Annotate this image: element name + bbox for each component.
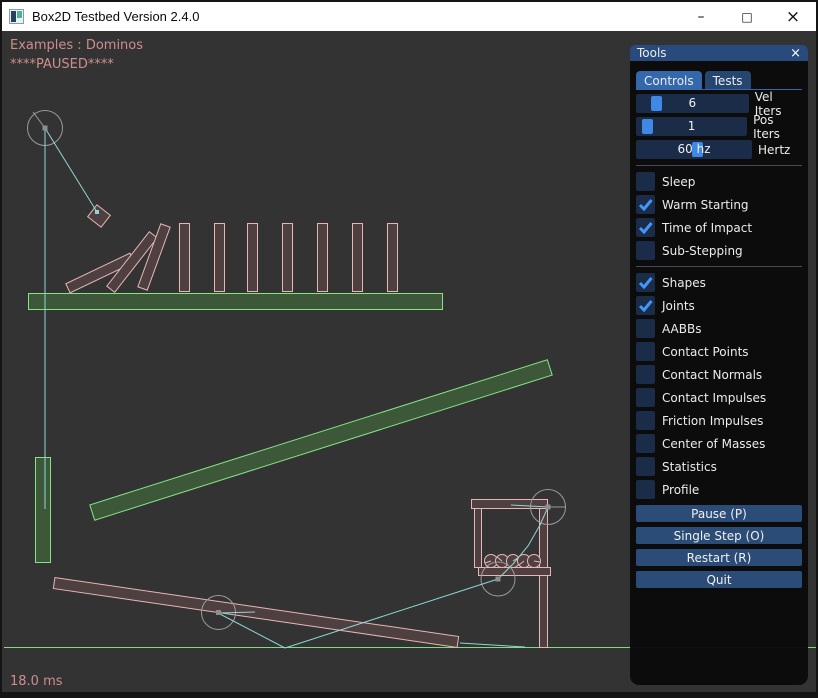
contact-impulses-label: Contact Impulses: [662, 391, 766, 405]
window-title: Box2D Testbed Version 2.4.0: [32, 9, 199, 24]
center-of-masses-checkbox[interactable]: [636, 434, 655, 453]
checkbox-row-aabbs: AABBs: [636, 319, 802, 338]
checkbox-row-contact-normals: Contact Normals: [636, 365, 802, 384]
statistics-checkbox[interactable]: [636, 457, 655, 476]
tabbar: Controls Tests: [636, 71, 802, 89]
center-of-masses-label: Center of Masses: [662, 437, 765, 451]
maximize-button[interactable]: □: [724, 2, 770, 31]
pos-iters-row: 1 Pos Iters: [636, 117, 802, 136]
fallen-dominoes: [66, 224, 170, 293]
time-of-impact-checkbox[interactable]: [636, 218, 655, 237]
tools-panel-close-icon[interactable]: ×: [790, 47, 801, 60]
hertz-row: 60 hz Hertz: [636, 140, 802, 159]
shapes-label: Shapes: [662, 276, 706, 290]
restart-button[interactable]: Restart (R): [636, 549, 802, 566]
friction-impulses-label: Friction Impulses: [662, 414, 763, 428]
checkbox-row-warm-starting: Warm Starting: [636, 195, 802, 214]
aabbs-label: AABBs: [662, 322, 701, 336]
tools-panel-title: Tools: [637, 46, 667, 61]
checkbox-row-contact-impulses: Contact Impulses: [636, 388, 802, 407]
contact-impulses-checkbox[interactable]: [636, 388, 655, 407]
single-step-button[interactable]: Single Step (O): [636, 527, 802, 544]
shapes-checkbox[interactable]: [636, 273, 655, 292]
warm-starting-checkbox[interactable]: [636, 195, 655, 214]
checkbox-row-contact-points: Contact Points: [636, 342, 802, 361]
close-button[interactable]: ×: [770, 2, 816, 31]
contact-points-label: Contact Points: [662, 345, 749, 359]
joints-checkbox[interactable]: [636, 296, 655, 315]
checkbox-row-time-of-impact: Time of Impact: [636, 218, 802, 237]
static-tilted-plank: [90, 360, 552, 520]
aabbs-checkbox[interactable]: [636, 319, 655, 338]
vel-iters-slider[interactable]: 6: [636, 94, 749, 113]
vel-iters-row: 6 Vel Iters: [636, 94, 802, 113]
check-icon: [636, 273, 655, 292]
checkbox-row-statistics: Statistics: [636, 457, 802, 476]
frame-time-label: 18.0 ms: [10, 674, 63, 689]
app-window: Examples : Dominos ****PAUSED**** 18.0 m…: [0, 0, 818, 698]
check-icon: [636, 218, 655, 237]
checkbox-row-friction-impulses: Friction Impulses: [636, 411, 802, 430]
separator: [636, 266, 802, 267]
app-icon: [9, 9, 24, 24]
checkbox-row-shapes: Shapes: [636, 273, 802, 292]
checkbox-row-profile: Profile: [636, 480, 802, 499]
seesaw-plank: [53, 578, 458, 648]
tools-panel: Tools × Controls Tests 6 Vel Iters 1: [630, 45, 808, 685]
tools-panel-titlebar[interactable]: Tools ×: [630, 45, 808, 61]
contact-normals-label: Contact Normals: [662, 368, 762, 382]
separator: [636, 165, 802, 166]
sub-stepping-checkbox[interactable]: [636, 241, 655, 260]
contact-points-checkbox[interactable]: [636, 342, 655, 361]
pause-button[interactable]: Pause (P): [636, 505, 802, 522]
profile-checkbox[interactable]: [636, 480, 655, 499]
pos-iters-value: 1: [636, 117, 747, 136]
checkbox-row-sub-stepping: Sub-Stepping: [636, 241, 802, 260]
warm-starting-label: Warm Starting: [662, 198, 749, 212]
window-titlebar[interactable]: Box2D Testbed Version 2.4.0 – □ ×: [2, 2, 816, 31]
tab-controls[interactable]: Controls: [636, 71, 702, 89]
pos-iters-label: Pos Iters: [753, 113, 802, 141]
shelf-balls: [485, 555, 541, 568]
sub-stepping-label: Sub-Stepping: [662, 244, 743, 258]
quit-button[interactable]: Quit: [636, 571, 802, 588]
checkbox-row-center-of-masses: Center of Masses: [636, 434, 802, 453]
hertz-value: 60 hz: [636, 140, 752, 159]
profile-label: Profile: [662, 483, 699, 497]
static-platform: [29, 294, 443, 310]
example-label: Examples : Dominos: [10, 38, 143, 53]
time-of-impact-label: Time of Impact: [662, 221, 752, 235]
check-icon: [636, 296, 655, 315]
sleep-checkbox[interactable]: [636, 172, 655, 191]
pos-iters-slider[interactable]: 1: [636, 117, 747, 136]
friction-impulses-checkbox[interactable]: [636, 411, 655, 430]
hertz-slider[interactable]: 60 hz: [636, 140, 752, 159]
checkbox-row-joints: Joints: [636, 296, 802, 315]
paused-label: ****PAUSED****: [10, 57, 114, 72]
vel-iters-value: 6: [636, 94, 749, 113]
standing-dominoes: [180, 224, 398, 292]
minimize-button[interactable]: –: [678, 2, 724, 31]
static-vertical-plank: [36, 458, 51, 563]
sleep-label: Sleep: [662, 175, 695, 189]
checkbox-row-sleep: Sleep: [636, 172, 802, 191]
tab-tests[interactable]: Tests: [705, 71, 751, 89]
pendulum-box: [88, 205, 111, 227]
check-icon: [636, 195, 655, 214]
contact-normals-checkbox[interactable]: [636, 365, 655, 384]
joints-label: Joints: [662, 299, 695, 313]
hertz-label: Hertz: [758, 143, 790, 157]
statistics-label: Statistics: [662, 460, 717, 474]
